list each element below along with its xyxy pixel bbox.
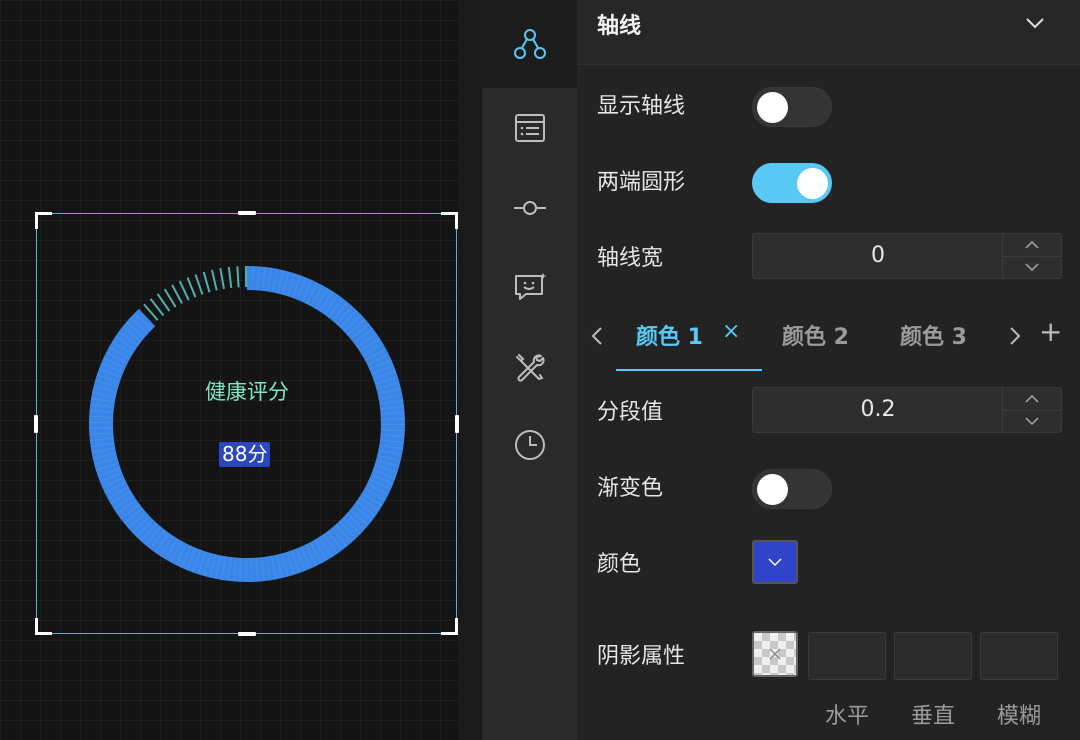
gradient-toggle[interactable] — [752, 469, 832, 509]
shadow-label: 阴影属性 — [597, 644, 686, 669]
canvas-edge — [458, 0, 482, 740]
axis-width-decrement[interactable] — [1003, 256, 1061, 278]
color-tabs: 颜色 1 × 颜色 2 颜色 3 + — [577, 305, 1080, 373]
chevron-up-icon — [1025, 394, 1039, 403]
segment-value[interactable]: 0.2 — [753, 388, 1003, 432]
property-panel: 轴线 显示轴线 两端圆形 轴线宽 0 颜色 1 × 颜色 2 颜色 3 + 分段… — [577, 0, 1080, 740]
shadow-vertical-input[interactable] — [894, 632, 972, 680]
clock-icon — [514, 430, 545, 460]
color-picker[interactable] — [752, 540, 798, 584]
shadow-vertical-label: 垂直 — [910, 704, 955, 729]
icon-sidebar — [482, 0, 577, 740]
resize-handle-bottom[interactable] — [237, 632, 256, 636]
add-tab-button[interactable]: + — [1039, 315, 1062, 348]
round-ends-label: 两端圆形 — [597, 170, 686, 195]
segment-decrement[interactable] — [1003, 410, 1061, 432]
tab-color-1[interactable]: 颜色 1 — [636, 319, 703, 351]
round-ends-toggle[interactable] — [752, 163, 832, 203]
active-tab-indicator — [616, 369, 762, 371]
chevron-down-icon[interactable] — [1021, 10, 1049, 36]
close-icon — [769, 648, 781, 660]
shadow-blur-input[interactable] — [980, 632, 1058, 680]
shadow-blur-label: 模糊 — [996, 704, 1041, 729]
shadow-horizontal-input[interactable] — [808, 632, 886, 680]
selection-corner-top-left[interactable] — [35, 212, 52, 229]
segment-stepper[interactable]: 0.2 — [752, 387, 1062, 433]
sidebar-item-node[interactable] — [482, 168, 577, 248]
graph-nodes-icon — [513, 29, 546, 59]
chevron-right-icon[interactable] — [1007, 325, 1023, 347]
selection-corner-top-right[interactable] — [441, 212, 458, 229]
segment-increment[interactable] — [1003, 388, 1061, 411]
toggle-knob — [797, 168, 828, 199]
design-canvas[interactable]: 健康评分 88分 — [0, 0, 482, 740]
sidebar-item-list[interactable] — [482, 88, 577, 168]
chevron-down-icon — [768, 558, 782, 567]
section-title: 轴线 — [597, 14, 642, 39]
chevron-down-icon — [1025, 417, 1039, 426]
axis-width-label: 轴线宽 — [597, 246, 664, 271]
chevron-up-icon — [1025, 240, 1039, 249]
resize-handle-right[interactable] — [455, 414, 459, 433]
tab-color-2[interactable]: 颜色 2 — [782, 319, 849, 351]
tab-close-icon[interactable]: × — [722, 319, 740, 344]
show-axis-toggle[interactable] — [752, 87, 832, 127]
shadow-horizontal-label: 水平 — [824, 704, 869, 729]
axis-width-stepper[interactable]: 0 — [752, 233, 1062, 279]
tab-color-3[interactable]: 颜色 3 — [900, 319, 967, 351]
tools-icon — [515, 354, 544, 382]
axis-width-value[interactable]: 0 — [753, 234, 1003, 278]
section-header[interactable]: 轴线 — [577, 0, 1080, 65]
selection-box[interactable] — [34, 211, 459, 636]
commit-node-icon — [513, 201, 546, 215]
chat-smile-icon — [514, 273, 547, 300]
chevron-left-icon[interactable] — [589, 325, 605, 347]
list-document-icon — [514, 114, 545, 142]
sidebar-item-axis[interactable] — [482, 0, 577, 88]
selection-corner-bottom-right[interactable] — [441, 618, 458, 635]
selection-corner-bottom-left[interactable] — [35, 618, 52, 635]
resize-handle-left[interactable] — [34, 414, 38, 433]
resize-handle-top[interactable] — [237, 211, 256, 215]
toggle-knob — [757, 92, 788, 123]
show-axis-label: 显示轴线 — [597, 94, 686, 119]
sidebar-item-tooltip[interactable] — [482, 248, 577, 328]
chevron-down-icon — [1025, 263, 1039, 272]
toggle-knob — [757, 474, 788, 505]
gradient-label: 渐变色 — [597, 476, 664, 501]
shadow-color-picker[interactable] — [752, 631, 798, 677]
segment-label: 分段值 — [597, 400, 664, 425]
sidebar-item-tools[interactable] — [482, 328, 577, 408]
sidebar-item-history[interactable] — [482, 405, 577, 485]
color-label: 颜色 — [597, 552, 642, 577]
axis-width-increment[interactable] — [1003, 234, 1061, 257]
